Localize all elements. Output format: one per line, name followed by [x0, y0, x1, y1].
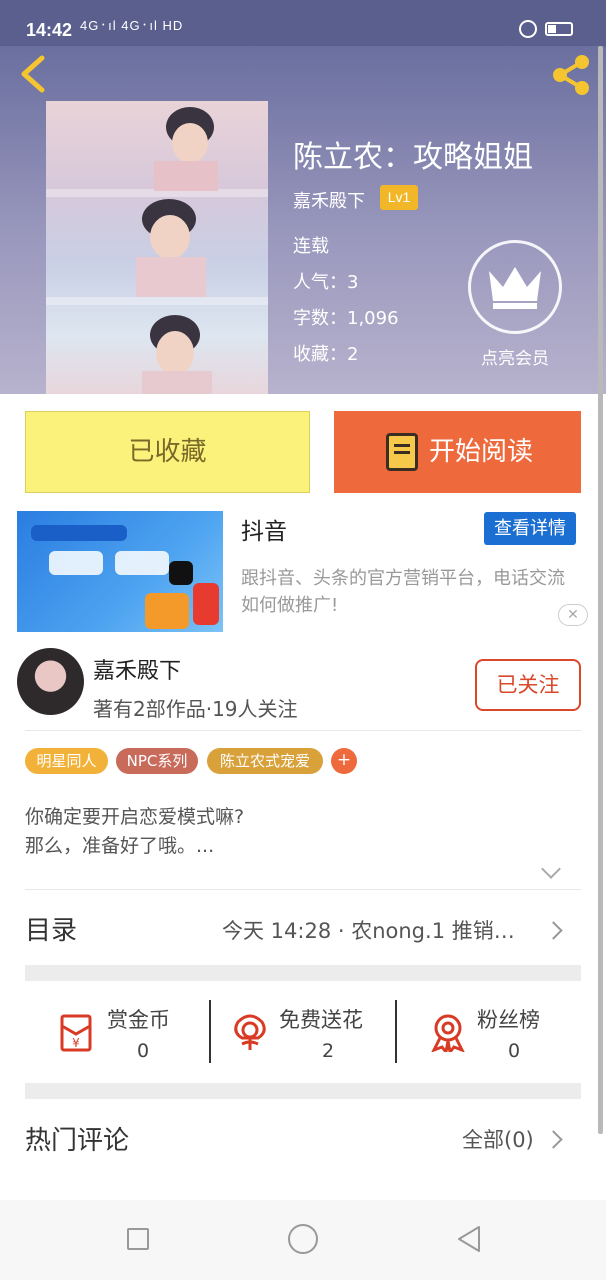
- close-icon[interactable]: ✕: [558, 604, 588, 626]
- writer-name[interactable]: 嘉禾殿下: [93, 653, 181, 685]
- free-flower-value: 2: [322, 1040, 335, 1062]
- book-author[interactable]: 嘉禾殿下: [293, 187, 365, 213]
- ad-description[interactable]: 跟抖音、头条的官方营销平台，电话交流如何做推广!: [241, 565, 581, 619]
- toc-latest-chapter[interactable]: 今天 14:28 · 农nong.1 推销…: [222, 915, 538, 945]
- divider: [395, 1000, 397, 1063]
- summary-line: 那么，准备好了哦。...: [25, 835, 215, 857]
- signal-icon: 4G᛫ıl 4G᛫ıl HD: [80, 18, 184, 33]
- reward-coin-value: 0: [137, 1040, 150, 1062]
- vip-label[interactable]: 点亮会员: [460, 344, 570, 369]
- avatar[interactable]: [17, 648, 84, 715]
- medal-icon[interactable]: [428, 1012, 468, 1052]
- tag-item[interactable]: 陈立农式宠爱: [207, 748, 323, 774]
- book-icon: [386, 433, 418, 471]
- book-summary: 你确定要开启恋爱模式嘛? 那么，准备好了哦。...: [25, 803, 565, 861]
- fan-ranking-value: 0: [508, 1040, 521, 1062]
- favorited-button[interactable]: 已收藏: [25, 411, 310, 493]
- status-bar: 14:42 4G᛫ıl 4G᛫ıl HD: [0, 0, 606, 46]
- fan-ranking-label[interactable]: 粉丝榜: [477, 1004, 540, 1034]
- vip-crown-button[interactable]: [468, 240, 562, 334]
- share-icon[interactable]: [548, 52, 594, 98]
- battery-icon: [545, 22, 573, 36]
- level-badge: Lv1: [380, 185, 418, 210]
- chevron-right-icon[interactable]: [544, 921, 563, 940]
- book-favorites: 收藏：2: [293, 344, 359, 365]
- triangle-back-icon[interactable]: [455, 1224, 483, 1254]
- red-envelope-icon[interactable]: ¥: [56, 1012, 96, 1052]
- writer-meta: 著有2部作品·19人关注: [93, 697, 298, 721]
- ad-detail-button[interactable]: 查看详情: [484, 512, 576, 545]
- crown-icon: [489, 267, 541, 309]
- start-reading-label: 开始阅读: [429, 437, 534, 467]
- ad-title[interactable]: 抖音: [241, 512, 287, 546]
- ad-banner-image[interactable]: [17, 511, 223, 632]
- divider: [25, 889, 581, 890]
- divider: [25, 730, 581, 731]
- section-separator: [25, 965, 581, 981]
- tag-label: NPC系列: [126, 752, 188, 770]
- followed-button[interactable]: 已关注: [475, 659, 581, 711]
- flower-icon[interactable]: [230, 1012, 270, 1052]
- toc-title[interactable]: 目录: [25, 910, 77, 947]
- book-status: 连载: [293, 236, 329, 257]
- section-separator: [25, 1083, 581, 1099]
- tag-item[interactable]: NPC系列: [116, 748, 198, 774]
- scrollbar[interactable]: [598, 46, 603, 1134]
- chevron-right-icon[interactable]: [544, 1130, 563, 1149]
- divider: [209, 1000, 211, 1063]
- book-word-count: 字数：1,096: [293, 308, 399, 329]
- svg-text:¥: ¥: [72, 1036, 80, 1050]
- hot-comments-title: 热门评论: [25, 1126, 130, 1156]
- tag-label: 明星同人: [36, 752, 97, 770]
- all-comments-link[interactable]: 全部(0): [462, 1124, 534, 1154]
- tag-item[interactable]: 明星同人: [25, 748, 108, 774]
- start-reading-button[interactable]: 开始阅读: [334, 411, 581, 493]
- book-cover-image[interactable]: [46, 101, 268, 394]
- chevron-down-icon[interactable]: [541, 859, 561, 879]
- circle-icon[interactable]: [288, 1224, 318, 1254]
- back-icon[interactable]: [16, 54, 50, 94]
- book-popularity: 人气：3: [293, 272, 359, 293]
- add-tag-button[interactable]: +: [331, 748, 357, 774]
- square-icon[interactable]: [127, 1228, 149, 1250]
- summary-line: 你确定要开启恋爱模式嘛?: [25, 806, 245, 828]
- tag-label: 陈立农式宠爱: [219, 752, 310, 770]
- book-title: 陈立农：攻略姐姐: [293, 140, 533, 175]
- rotation-lock-icon: [519, 20, 537, 38]
- status-time: 14:42: [26, 20, 73, 40]
- free-flower-label[interactable]: 免费送花: [279, 1004, 363, 1034]
- reward-coin-label[interactable]: 赏金币: [107, 1004, 170, 1034]
